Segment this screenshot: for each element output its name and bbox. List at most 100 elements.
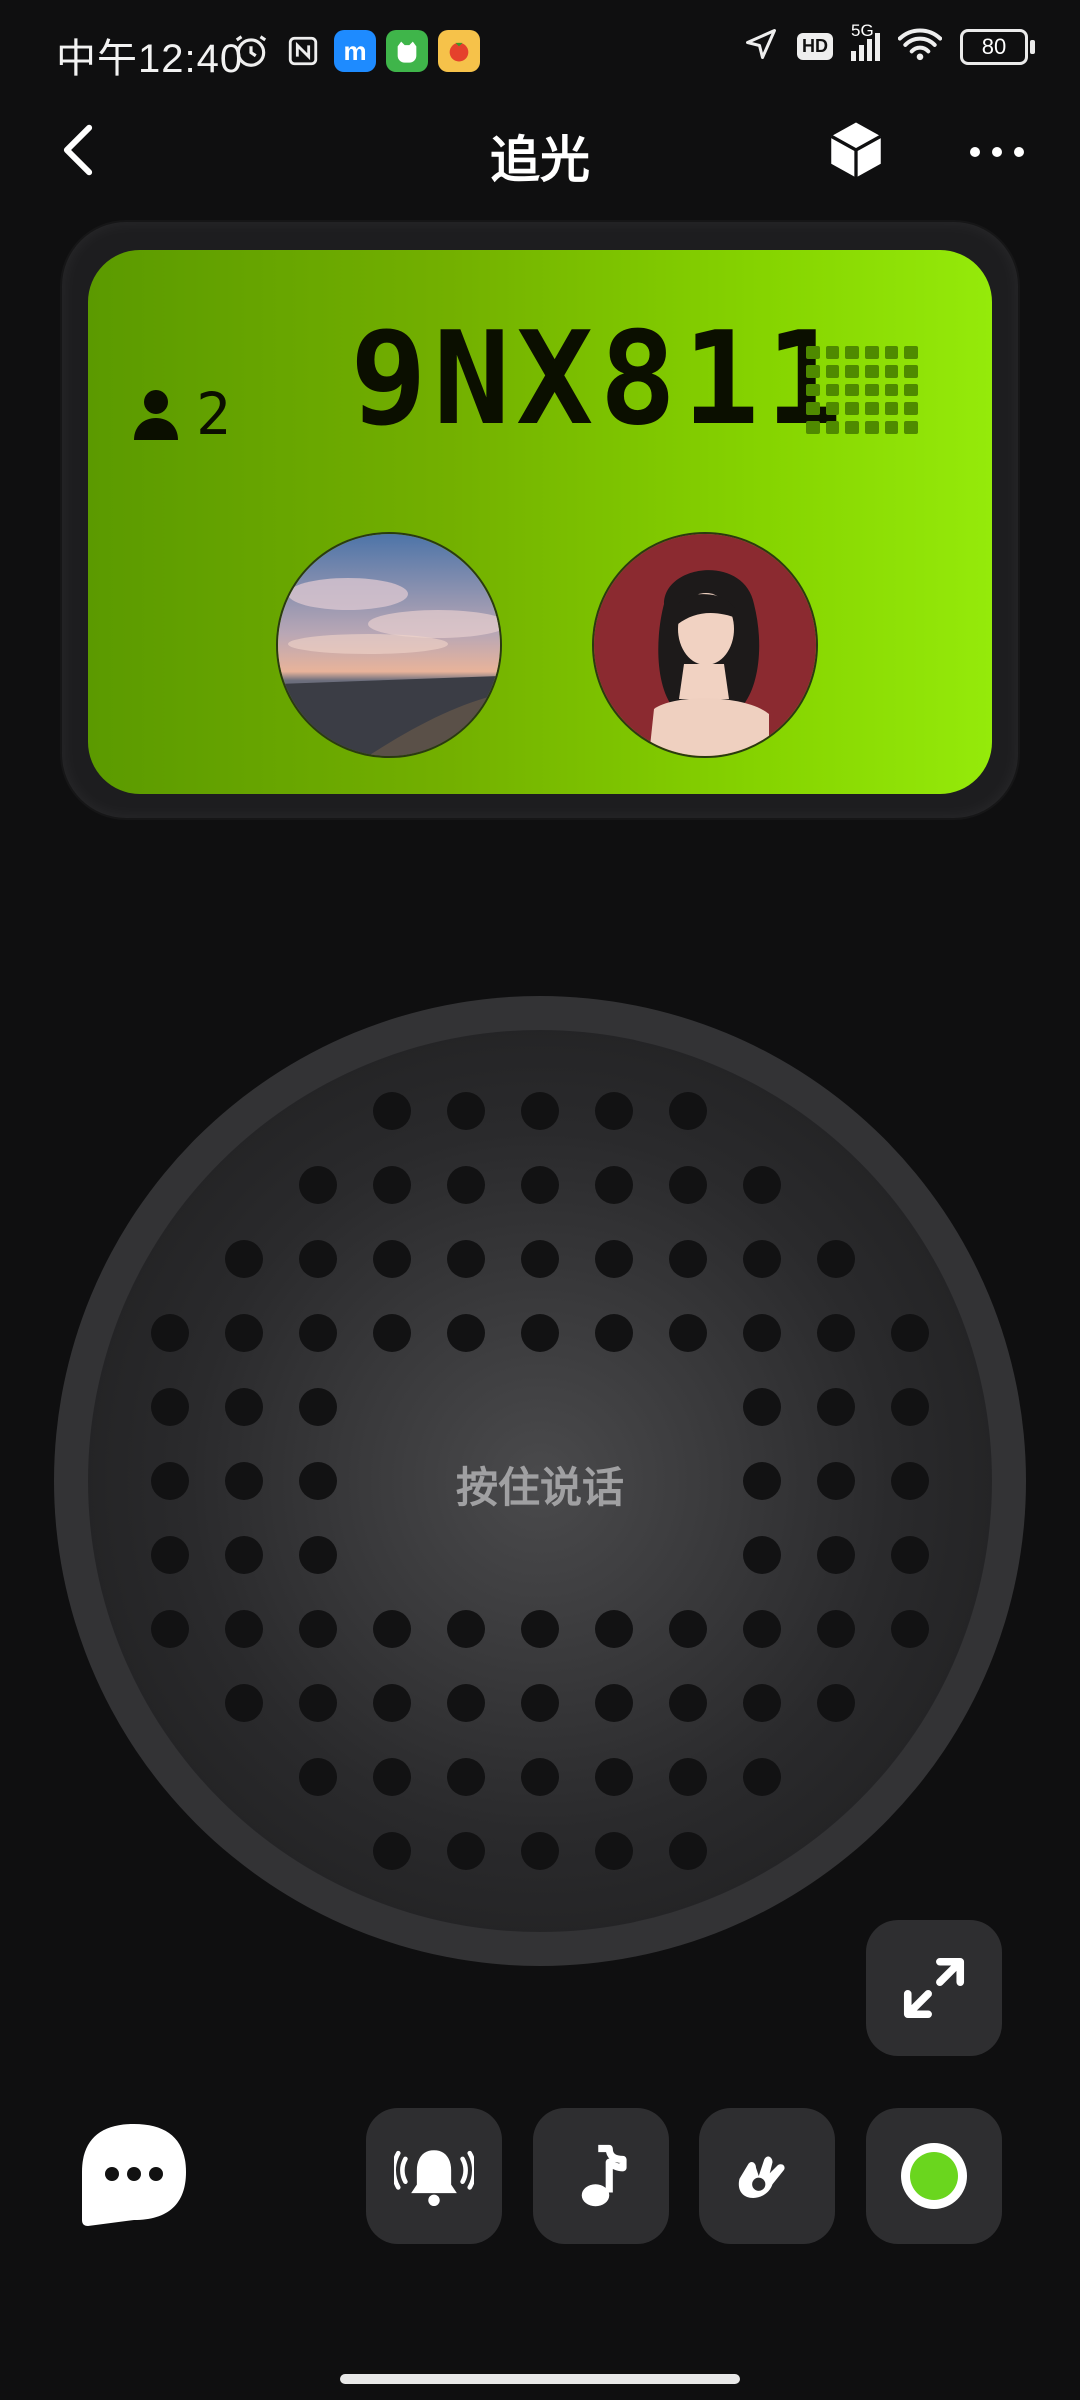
speaker-hole <box>225 1388 263 1426</box>
nfc-icon <box>282 30 324 72</box>
alarm-icon <box>230 30 272 72</box>
hand-gesture-icon <box>738 2156 785 2198</box>
speaker-hole <box>817 1314 855 1352</box>
battery-level: 80 <box>981 33 1007 59</box>
speaker-hole <box>669 1610 707 1648</box>
avatar-girl[interactable] <box>592 532 818 758</box>
speaker-hole <box>817 1610 855 1648</box>
chat-bubble-icon <box>82 2124 186 2226</box>
battery-indicator: 80 <box>960 28 1035 65</box>
speaker-hole <box>299 1240 337 1278</box>
speaker-hole <box>447 1610 485 1648</box>
speaker-hole <box>891 1388 929 1426</box>
speaker-hole <box>817 1684 855 1722</box>
green-dot-icon <box>901 2143 967 2209</box>
speaker-hole <box>595 1314 633 1352</box>
speaker-hole <box>373 1240 411 1278</box>
speaker-hole <box>743 1536 781 1574</box>
speaker-hole <box>743 1758 781 1796</box>
title-bar: 追光 <box>0 110 1080 190</box>
gesture-button[interactable] <box>699 2108 835 2244</box>
speaker-hole <box>299 1610 337 1648</box>
speaker-hole <box>151 1610 189 1648</box>
speaker-hole <box>595 1166 633 1204</box>
speaker-hole <box>373 1684 411 1722</box>
speaker-hole <box>595 1240 633 1278</box>
speaker-hole <box>669 1314 707 1352</box>
speaker-hole <box>299 1758 337 1796</box>
speaker-hole <box>447 1166 485 1204</box>
expand-icon <box>903 1957 965 2019</box>
speaker-hole <box>521 1314 559 1352</box>
speaker-hole <box>743 1314 781 1352</box>
speaker-hole <box>521 1092 559 1130</box>
page-title: 追光 <box>490 132 590 188</box>
status-time: 中午12:40 <box>56 37 244 81</box>
speaker-hole <box>669 1240 707 1278</box>
speaker-hole <box>373 1610 411 1648</box>
speaker-hole <box>817 1388 855 1426</box>
network-type: 5G <box>851 20 874 40</box>
cat-app-icon <box>386 30 428 72</box>
speaker-hole <box>521 1758 559 1796</box>
user-count-value: 2 <box>196 380 231 448</box>
hd-badge: HD <box>797 33 833 60</box>
wifi-icon <box>897 27 943 66</box>
speaker-hole <box>447 1832 485 1870</box>
chat-button[interactable] <box>78 2120 190 2232</box>
speaker-hole <box>447 1314 485 1352</box>
speaker-hole <box>373 1166 411 1204</box>
music-button[interactable] <box>533 2108 669 2244</box>
speaker-hole <box>521 1684 559 1722</box>
speaker-hole <box>595 1758 633 1796</box>
speaker-hole <box>521 1832 559 1870</box>
speaker-hole <box>595 1832 633 1870</box>
speaker-hole <box>225 1684 263 1722</box>
speaker-hole <box>373 1832 411 1870</box>
status-toggle-button[interactable] <box>866 2108 1002 2244</box>
location-icon <box>743 26 779 67</box>
speaker-hole <box>373 1092 411 1130</box>
speaker-hole <box>299 1388 337 1426</box>
person-icon <box>134 390 178 440</box>
speaker-hole <box>521 1240 559 1278</box>
speaker-hole <box>521 1166 559 1204</box>
cube-button[interactable] <box>816 110 896 190</box>
speaker-hole <box>817 1536 855 1574</box>
speaker-hole <box>447 1758 485 1796</box>
speaker-hole <box>743 1240 781 1278</box>
speaker-hole <box>225 1536 263 1574</box>
speaker-hole <box>521 1610 559 1648</box>
speaker-hole <box>743 1166 781 1204</box>
speaker-hole <box>595 1092 633 1130</box>
speaker-hole <box>447 1240 485 1278</box>
speaker-hole <box>669 1092 707 1130</box>
speaker-hole <box>743 1388 781 1426</box>
speaker-hole <box>151 1536 189 1574</box>
speaker-hole <box>891 1314 929 1352</box>
speaker-hole <box>299 1166 337 1204</box>
speaker-hole <box>299 1684 337 1722</box>
speaker-hole <box>669 1758 707 1796</box>
bell-icon <box>394 2150 474 2206</box>
status-bar: 中午12:40 m HD 5G 80 <box>0 0 1080 100</box>
speaker-hole <box>299 1314 337 1352</box>
speaker-hole <box>151 1314 189 1352</box>
status-right-group: HD 5G 80 <box>743 21 1035 67</box>
device-code: 9NX811 <box>350 305 849 454</box>
speaker-hole <box>225 1610 263 1648</box>
speaker-hole <box>447 1684 485 1722</box>
speaker-hole <box>373 1758 411 1796</box>
more-options-button[interactable] <box>962 124 1032 180</box>
tomato-app-icon <box>438 30 480 72</box>
speaker-hole <box>373 1314 411 1352</box>
home-indicator[interactable] <box>340 2374 740 2384</box>
ring-button[interactable] <box>366 2108 502 2244</box>
speaker-hole <box>447 1092 485 1130</box>
expand-button[interactable] <box>866 1920 1002 2056</box>
speaker-hole <box>669 1684 707 1722</box>
speaker-hole <box>891 1536 929 1574</box>
avatar-landscape[interactable] <box>276 532 502 758</box>
speaker-hole <box>595 1684 633 1722</box>
speaker-hole <box>151 1388 189 1426</box>
